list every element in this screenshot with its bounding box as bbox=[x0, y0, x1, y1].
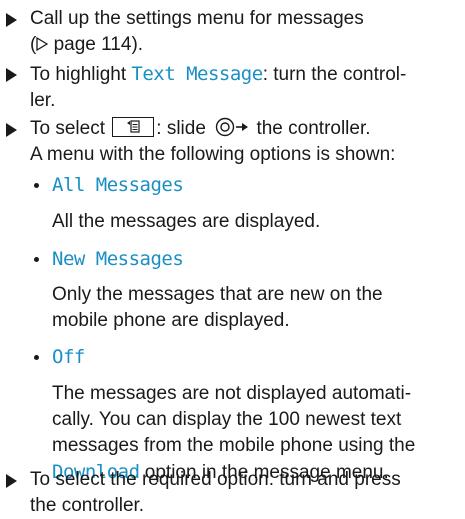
page-reference-icon bbox=[36, 37, 49, 51]
menu-key-icon bbox=[112, 117, 155, 137]
step-1-line-1: Call up the settings menu for messages bbox=[30, 8, 364, 29]
step-2: To highlight Text Message: turn the cont… bbox=[0, 61, 465, 114]
option-all-messages-description: All the messages are displayed. bbox=[52, 211, 321, 232]
bullet-triangle-icon bbox=[6, 68, 17, 82]
bullet-dot-icon bbox=[34, 257, 39, 262]
bullet-triangle-icon bbox=[6, 123, 17, 137]
page-reference-text: page 114). bbox=[48, 34, 144, 55]
step-2-line-2: ler. bbox=[30, 90, 56, 111]
step-3: To select : slide the controller. A menu… bbox=[0, 116, 465, 168]
step-3-line-2: A menu with the following options is sho… bbox=[30, 144, 396, 165]
step-4: To select the required option: turn and … bbox=[0, 467, 465, 519]
bullet-triangle-icon bbox=[6, 13, 17, 27]
option-label: New Messages bbox=[52, 248, 184, 270]
controller-slide-icon bbox=[215, 117, 249, 137]
bullet-triangle-icon bbox=[6, 474, 17, 488]
step-2-line-1: To highlight Text Message: turn the cont… bbox=[30, 63, 407, 85]
option-all-messages: All Messages bbox=[0, 172, 465, 199]
menu-item-text-message: Text Message bbox=[131, 63, 263, 85]
step-4-line-2: the controller. bbox=[30, 495, 145, 516]
option-label: Off bbox=[52, 346, 85, 368]
option-new-messages: New Messages bbox=[0, 246, 465, 273]
instruction-page: Call up the settings menu for messages (… bbox=[0, 0, 465, 516]
step-4-line-1: To select the required option: turn and … bbox=[30, 469, 401, 490]
step-3-line-1: To select : slide the controller. bbox=[30, 117, 371, 139]
step-1-line-2: ( page 114). bbox=[30, 34, 144, 55]
bullet-dot-icon bbox=[34, 355, 39, 360]
step-1: Call up the settings menu for messages (… bbox=[0, 6, 465, 58]
option-label: All Messages bbox=[52, 174, 184, 196]
option-new-messages-description: Only the messages that are new on the mo… bbox=[52, 284, 383, 331]
option-off: Off bbox=[0, 344, 465, 371]
bullet-dot-icon bbox=[34, 183, 39, 188]
